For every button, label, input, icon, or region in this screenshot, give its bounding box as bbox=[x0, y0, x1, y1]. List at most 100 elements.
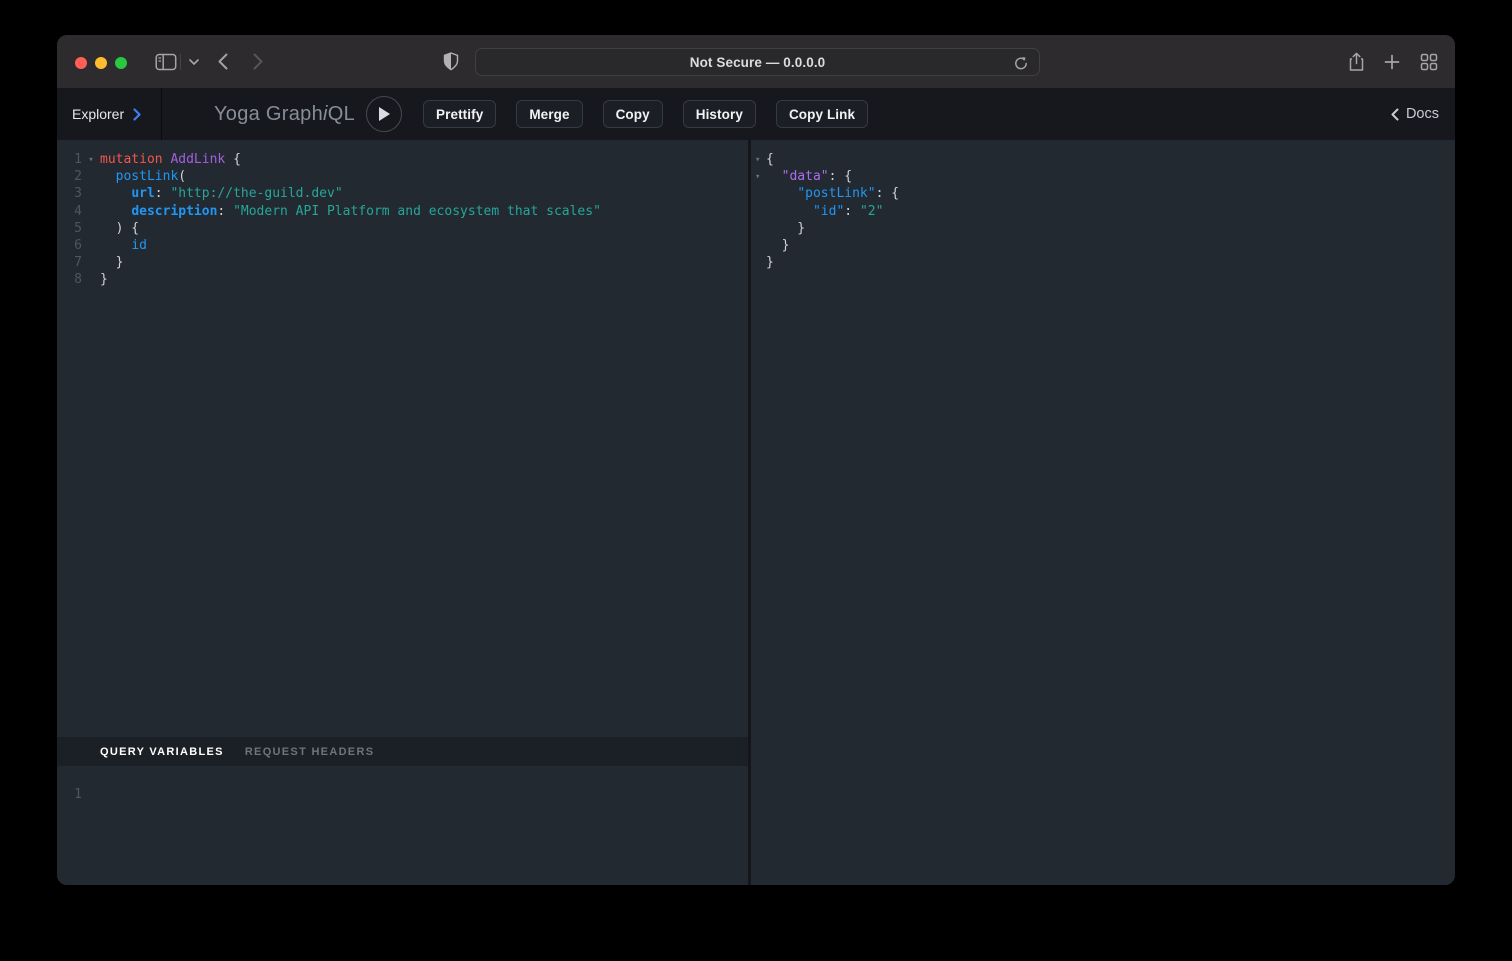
sidebar-toggle-button[interactable] bbox=[152, 35, 180, 88]
fold-gutter bbox=[82, 254, 100, 271]
right-pane: ▾{▾ "data": { "postLink": { "id": "2" } … bbox=[751, 140, 1455, 885]
fold-gutter bbox=[82, 185, 100, 202]
title-pre: Yoga Graph bbox=[214, 103, 323, 126]
tab-overview-button[interactable] bbox=[1416, 35, 1442, 88]
code-line: 1▾mutation AddLink { bbox=[57, 151, 748, 168]
code-text: postLink( bbox=[100, 168, 186, 185]
docs-label: Docs bbox=[1406, 106, 1439, 122]
play-icon bbox=[377, 106, 391, 122]
result-viewer[interactable]: ▾{▾ "data": { "postLink": { "id": "2" } … bbox=[751, 140, 1455, 885]
fold-gutter bbox=[82, 271, 100, 288]
shield-icon bbox=[443, 52, 459, 71]
code-text: } bbox=[766, 254, 774, 271]
line-number: 7 bbox=[57, 254, 82, 271]
query-variables-editor[interactable]: 1 bbox=[57, 766, 748, 885]
forward-button[interactable] bbox=[247, 35, 269, 88]
code-text: "postLink": { bbox=[766, 185, 899, 202]
line-number: 6 bbox=[57, 237, 82, 254]
chevron-left-icon bbox=[218, 53, 228, 70]
fold-gutter bbox=[82, 220, 100, 237]
back-button[interactable] bbox=[212, 35, 234, 88]
new-tab-button[interactable] bbox=[1380, 35, 1404, 88]
code-line: 7 } bbox=[57, 254, 748, 271]
fold-arrow-icon[interactable]: ▾ bbox=[751, 168, 766, 185]
title-post: QL bbox=[328, 103, 355, 126]
code-text: ) { bbox=[100, 220, 139, 237]
left-pane: 1▾mutation AddLink {2 postLink(3 url: "h… bbox=[57, 140, 748, 885]
line-number: 5 bbox=[57, 220, 82, 237]
code-text: "data": { bbox=[766, 168, 852, 185]
code-text: "id": "2" bbox=[766, 203, 883, 220]
docs-button[interactable]: Docs bbox=[1391, 88, 1439, 140]
fold-gutter bbox=[751, 203, 766, 220]
code-line: 4 description: "Modern API Platform and … bbox=[57, 203, 748, 220]
fold-arrow-icon[interactable]: ▾ bbox=[82, 151, 100, 168]
tab-request-headers[interactable]: REQUEST HEADERS bbox=[245, 746, 375, 758]
secondary-editor-tabs: QUERY VARIABLES REQUEST HEADERS bbox=[57, 737, 748, 766]
line-number: 1 bbox=[57, 151, 82, 168]
page-title: Yoga GraphiQL bbox=[214, 88, 355, 140]
code-text: } bbox=[100, 254, 123, 271]
merge-button[interactable]: Merge bbox=[516, 100, 582, 128]
code-text: } bbox=[100, 271, 108, 288]
code-text: id bbox=[100, 237, 147, 254]
minimize-window-button[interactable] bbox=[95, 57, 107, 69]
code-line: 2 postLink( bbox=[57, 168, 748, 185]
chevron-down-icon bbox=[189, 59, 199, 65]
privacy-report-button[interactable] bbox=[439, 35, 463, 88]
chevron-right-icon bbox=[133, 108, 141, 121]
tab-query-variables[interactable]: QUERY VARIABLES bbox=[100, 746, 224, 758]
code-line: 6 id bbox=[57, 237, 748, 254]
code-line: 5 ) { bbox=[57, 220, 748, 237]
code-text: } bbox=[766, 220, 805, 237]
browser-window: Not Secure — 0.0.0.0 bbox=[57, 35, 1455, 885]
chevron-right-icon bbox=[253, 53, 263, 70]
code-line: "id": "2" bbox=[751, 203, 1455, 220]
code-line: 8} bbox=[57, 271, 748, 288]
fold-gutter bbox=[82, 237, 100, 254]
fold-gutter bbox=[751, 254, 766, 271]
code-line: 3 url: "http://the-guild.dev" bbox=[57, 185, 748, 202]
line-number: 2 bbox=[57, 168, 82, 185]
sidebar-menu-button[interactable] bbox=[185, 35, 203, 88]
code-line: ▾ "data": { bbox=[751, 168, 1455, 185]
zoom-window-button[interactable] bbox=[115, 57, 127, 69]
titlebar-separator bbox=[180, 54, 181, 70]
fold-gutter bbox=[82, 203, 100, 220]
explorer-panel-toggle[interactable]: Explorer bbox=[57, 88, 162, 140]
share-icon bbox=[1348, 52, 1365, 72]
line-number: 1 bbox=[57, 786, 82, 803]
history-button[interactable]: History bbox=[683, 100, 756, 128]
code-line: } bbox=[751, 254, 1455, 271]
copy-button[interactable]: Copy bbox=[603, 100, 663, 128]
reload-button[interactable] bbox=[1012, 54, 1030, 72]
share-button[interactable] bbox=[1344, 35, 1368, 88]
fold-arrow-icon[interactable]: ▾ bbox=[751, 151, 766, 168]
reload-icon bbox=[1014, 56, 1028, 71]
explorer-label: Explorer bbox=[72, 106, 124, 122]
address-bar-text: Not Secure — 0.0.0.0 bbox=[690, 55, 826, 70]
main-area: 1▾mutation AddLink {2 postLink(3 url: "h… bbox=[57, 140, 1455, 885]
toolbar-buttons: Prettify Merge Copy History Copy Link bbox=[423, 100, 868, 128]
code-text: url: "http://the-guild.dev" bbox=[100, 185, 343, 202]
plus-icon bbox=[1384, 54, 1400, 70]
grid-icon bbox=[1420, 53, 1438, 71]
address-bar[interactable]: Not Secure — 0.0.0.0 bbox=[475, 48, 1040, 76]
execute-query-button[interactable] bbox=[366, 96, 402, 132]
code-text: mutation AddLink { bbox=[100, 151, 241, 168]
code-text: } bbox=[766, 237, 789, 254]
fold-gutter bbox=[751, 220, 766, 237]
fold-gutter bbox=[751, 237, 766, 254]
line-number: 3 bbox=[57, 185, 82, 202]
sidebar-icon bbox=[155, 53, 177, 71]
prettify-button[interactable]: Prettify bbox=[423, 100, 496, 128]
line-number: 4 bbox=[57, 203, 82, 220]
query-editor[interactable]: 1▾mutation AddLink {2 postLink(3 url: "h… bbox=[57, 140, 748, 737]
copy-link-button[interactable]: Copy Link bbox=[776, 100, 868, 128]
code-line: } bbox=[751, 237, 1455, 254]
code-text: { bbox=[766, 151, 774, 168]
code-line: 1 bbox=[57, 786, 748, 803]
line-number: 8 bbox=[57, 271, 82, 288]
close-window-button[interactable] bbox=[75, 57, 87, 69]
browser-titlebar: Not Secure — 0.0.0.0 bbox=[57, 35, 1455, 88]
